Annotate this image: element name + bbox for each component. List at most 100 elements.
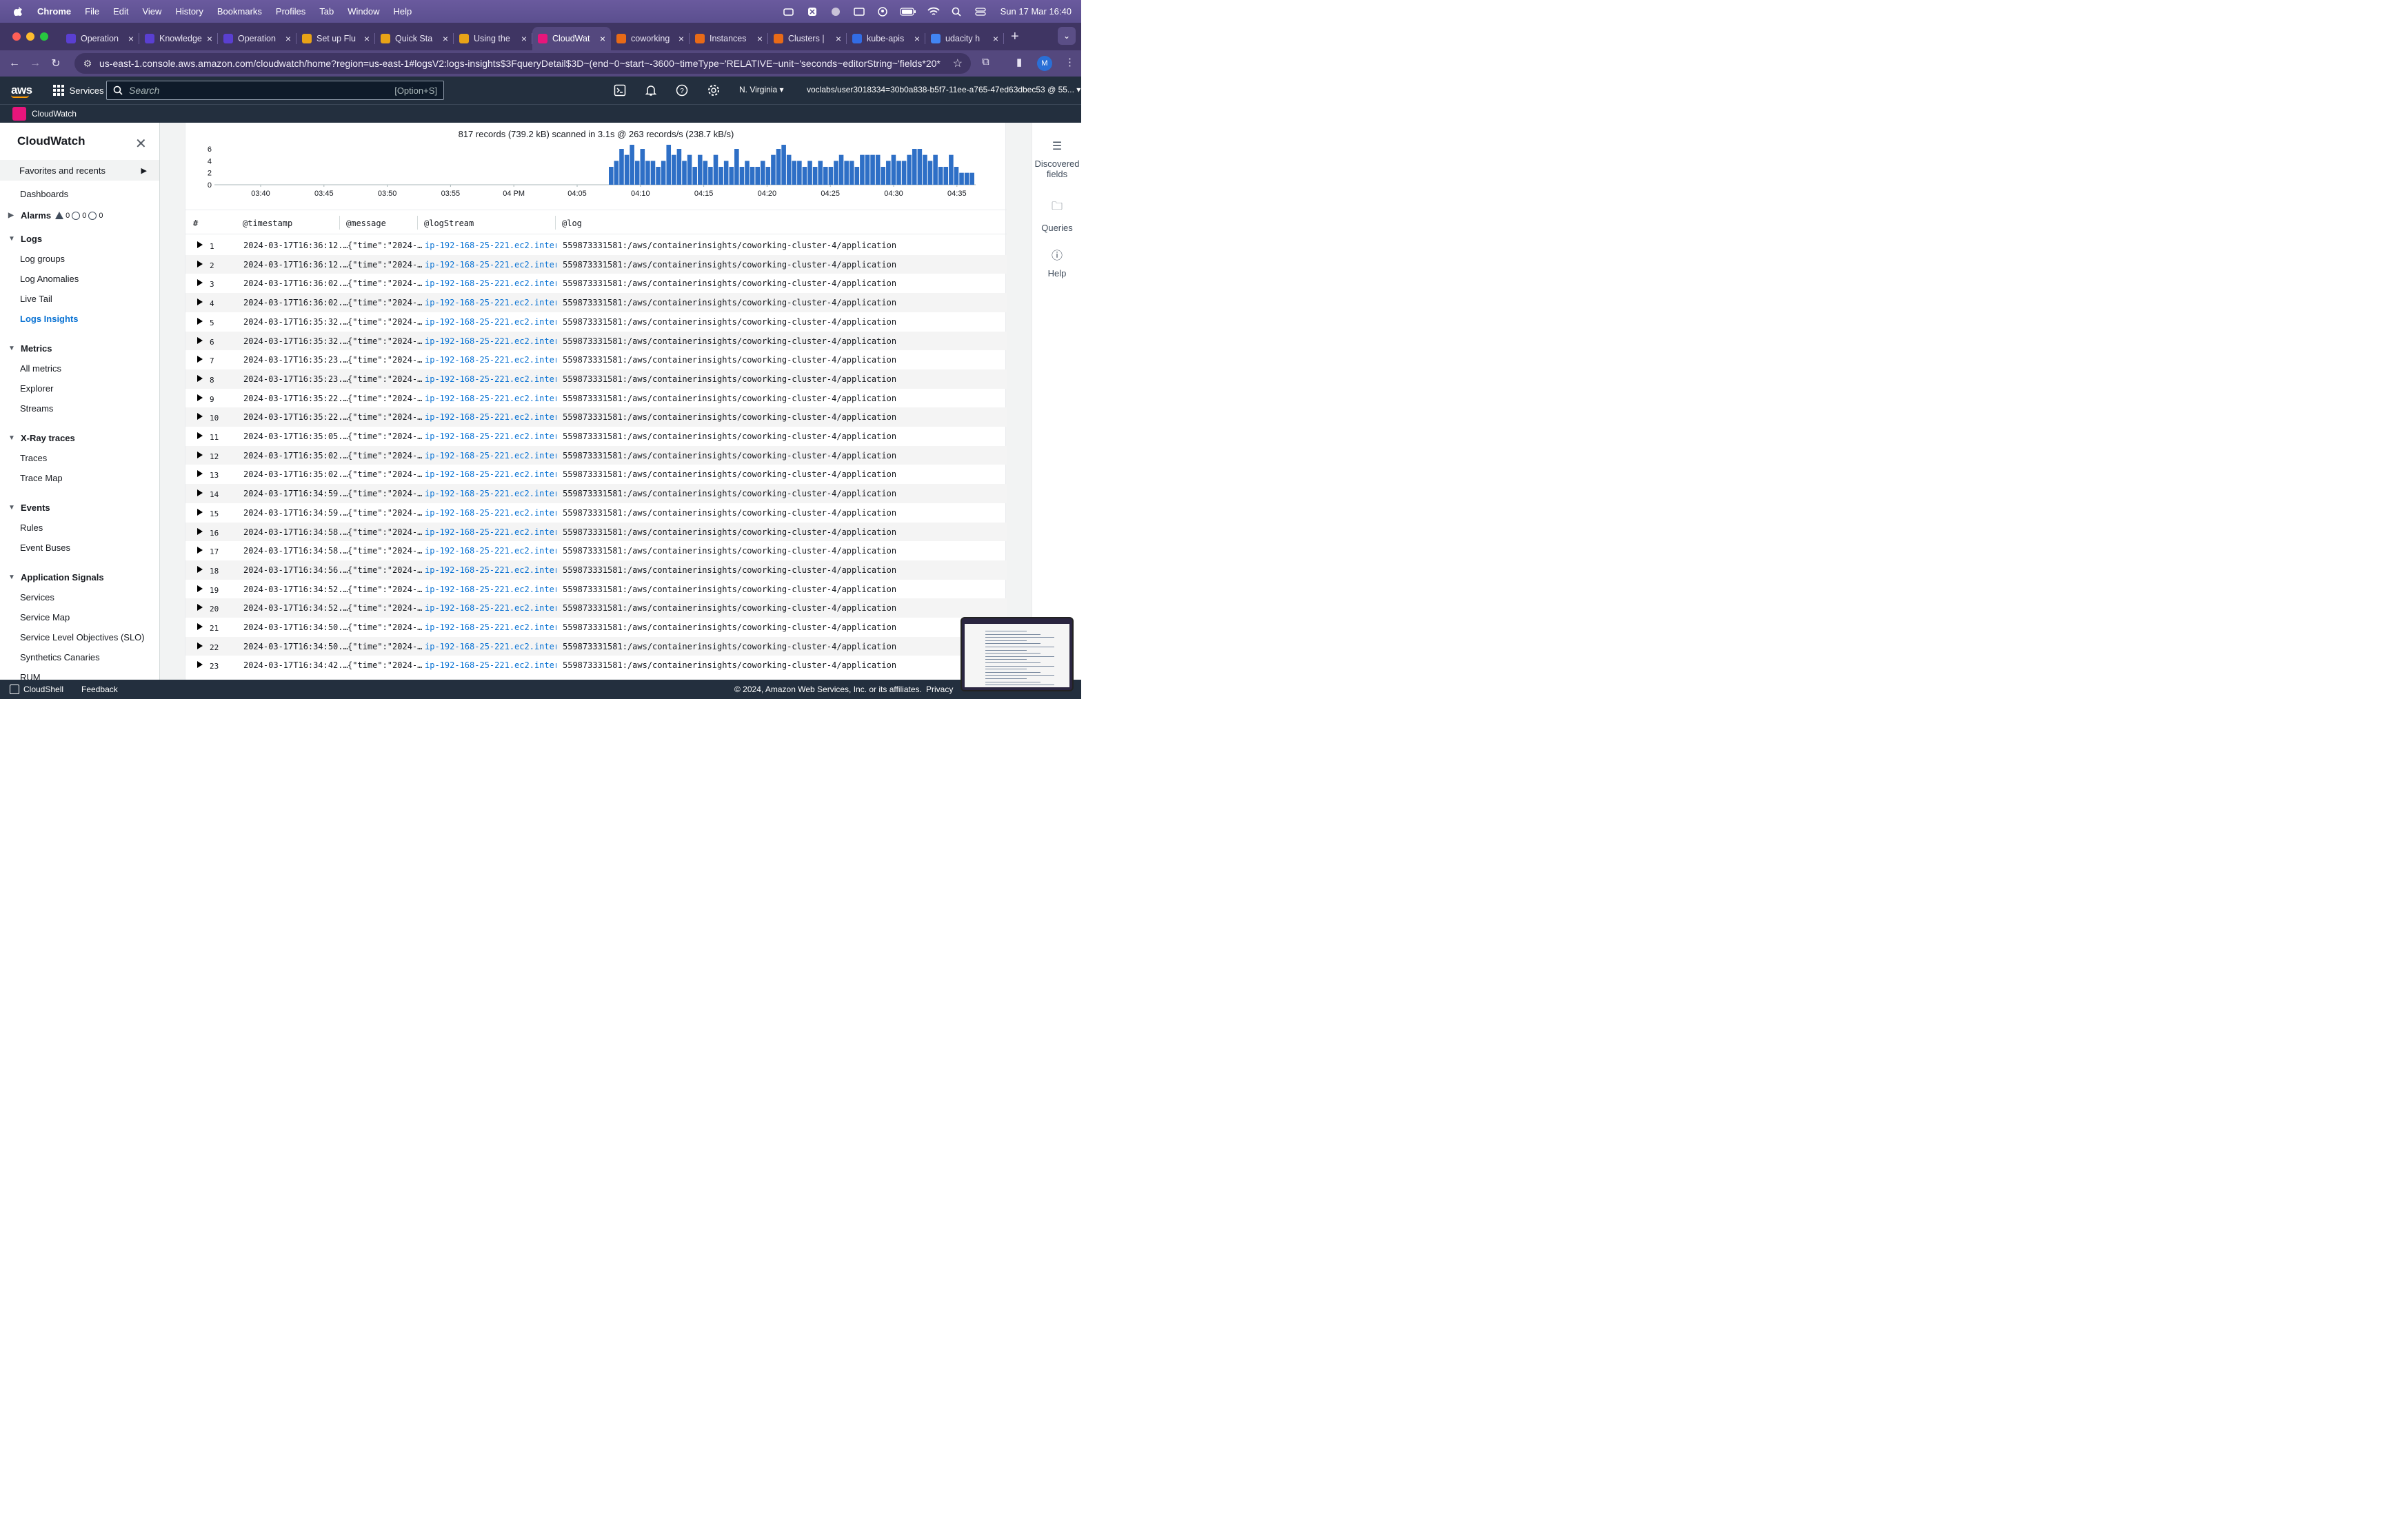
site-info-icon[interactable]: ⚙ (80, 58, 95, 70)
table-row[interactable]: 11 2024-03-17T16:35:05.… {"time":"2024-… ip… (185, 427, 1007, 446)
spotlight-search-icon[interactable] (951, 7, 963, 17)
column-divider[interactable] (339, 216, 340, 230)
col-header-timestamp[interactable]: @timestamp (243, 219, 292, 228)
zoom-window-button[interactable] (40, 32, 48, 41)
browser-tab[interactable]: coworking × (611, 27, 690, 50)
row-logstream-link[interactable]: ip-192-168-25-221.ec2.intern… (425, 374, 556, 384)
sidebar-section-application-signals[interactable]: ▼ Application Signals (8, 572, 104, 582)
sidebar-item-service-map[interactable]: Service Map (20, 612, 70, 622)
discovered-fields-button[interactable]: ☰ Discovered fields (1032, 139, 1082, 179)
status-app-icon-2[interactable] (806, 7, 818, 17)
sidebar-section-events[interactable]: ▼ Events (8, 503, 50, 513)
profile-avatar[interactable]: M (1037, 56, 1052, 71)
expand-row-caret-icon[interactable] (197, 470, 203, 478)
tab-close-icon[interactable]: × (914, 33, 920, 44)
queries-button[interactable]: 🗀 Queries (1032, 199, 1082, 233)
sidebar-item-rum[interactable]: RUM (20, 672, 41, 680)
row-logstream-link[interactable]: ip-192-168-25-221.ec2.intern… (425, 432, 556, 441)
aws-logo[interactable]: aws (11, 83, 32, 98)
battery-icon[interactable] (900, 7, 916, 17)
sidebar-item-event-buses[interactable]: Event Buses (20, 543, 70, 553)
tab-close-icon[interactable]: × (364, 33, 370, 44)
close-window-button[interactable] (12, 32, 21, 41)
url-text[interactable]: us-east-1.console.aws.amazon.com/cloudwa… (99, 58, 941, 69)
menu-bookmarks[interactable]: Bookmarks (217, 6, 262, 17)
table-row[interactable]: 19 2024-03-17T16:34:52.… {"time":"2024-… ip… (185, 580, 1007, 599)
table-row[interactable]: 13 2024-03-17T16:35:02.… {"time":"2024-… ip… (185, 465, 1007, 484)
browser-tab[interactable]: kube-apis × (847, 27, 925, 50)
sidebar-item-synthetics-canaries[interactable]: Synthetics Canaries (20, 652, 100, 662)
tab-close-icon[interactable]: × (285, 33, 291, 44)
sidebar-item-live-tail[interactable]: Live Tail (20, 294, 52, 304)
row-logstream-link[interactable]: ip-192-168-25-221.ec2.intern… (425, 355, 556, 365)
menu-history[interactable]: History (175, 6, 203, 17)
user-icon[interactable] (876, 6, 889, 17)
browser-tab[interactable]: udacity h × (925, 27, 1004, 50)
tab-close-icon[interactable]: × (836, 33, 841, 44)
table-row[interactable]: 21 2024-03-17T16:34:50.… {"time":"2024-… ip… (185, 618, 1007, 637)
expand-row-caret-icon[interactable] (197, 623, 203, 630)
column-divider[interactable] (555, 216, 556, 230)
col-header-log[interactable]: @log (562, 219, 582, 228)
menu-clock[interactable]: Sun 17 Mar 16:40 (1001, 6, 1072, 17)
row-logstream-link[interactable]: ip-192-168-25-221.ec2.intern… (425, 565, 556, 575)
sidebar-item-traces[interactable]: Traces (20, 453, 47, 463)
expand-row-caret-icon[interactable] (197, 279, 203, 287)
expand-row-caret-icon[interactable] (197, 565, 203, 573)
table-row[interactable]: 18 2024-03-17T16:34:56.… {"time":"2024-… ip… (185, 560, 1007, 580)
expand-row-caret-icon[interactable] (197, 394, 203, 401)
tab-close-icon[interactable]: × (600, 33, 605, 44)
help-question-icon[interactable]: ? (676, 84, 688, 97)
sidebar-item-slo[interactable]: Service Level Objectives (SLO) (20, 632, 145, 642)
table-row[interactable]: 15 2024-03-17T16:34:59.… {"time":"2024-… ip… (185, 503, 1007, 523)
sidebar-section-logs[interactable]: ▼ Logs (8, 234, 42, 244)
region-selector[interactable]: N. Virginia ▾ (739, 85, 784, 94)
services-menu-button[interactable]: Services (52, 85, 104, 96)
browser-tab[interactable]: Quick Sta × (375, 27, 454, 50)
control-center-icon[interactable] (974, 7, 987, 17)
menu-profiles[interactable]: Profiles (276, 6, 305, 17)
browser-tab[interactable]: Operation × (61, 27, 139, 50)
reload-icon[interactable]: ↻ (46, 57, 66, 70)
menu-file[interactable]: File (85, 6, 99, 17)
expand-row-caret-icon[interactable] (197, 336, 203, 344)
browser-tab[interactable]: Knowledge × (139, 27, 218, 50)
settings-gear-icon[interactable] (707, 84, 720, 97)
expand-row-caret-icon[interactable] (197, 298, 203, 306)
forward-arrow-icon[interactable]: → (25, 57, 46, 70)
feedback-link[interactable]: Feedback (81, 685, 118, 694)
table-row[interactable]: 12 2024-03-17T16:35:02.… {"time":"2024-… ip… (185, 445, 1007, 465)
menu-view[interactable]: View (142, 6, 161, 17)
sidebar-item-streams[interactable]: Streams (20, 403, 53, 414)
row-logstream-link[interactable]: ip-192-168-25-221.ec2.intern… (425, 527, 556, 537)
privacy-link[interactable]: Privacy (926, 685, 953, 694)
row-logstream-link[interactable]: ip-192-168-25-221.ec2.intern… (425, 317, 556, 327)
row-logstream-link[interactable]: ip-192-168-25-221.ec2.intern… (425, 394, 556, 403)
expand-row-caret-icon[interactable] (197, 604, 203, 611)
row-logstream-link[interactable]: ip-192-168-25-221.ec2.intern… (425, 241, 556, 250)
expand-row-caret-icon[interactable] (197, 527, 203, 535)
chrome-menu-icon[interactable]: ⋮ (1065, 56, 1075, 68)
table-row[interactable]: 9 2024-03-17T16:35:22.… {"time":"2024-… ip-… (185, 389, 1007, 408)
row-logstream-link[interactable]: ip-192-168-25-221.ec2.intern… (425, 585, 556, 594)
browser-tab[interactable]: CloudWat × (532, 27, 611, 50)
cloudshell-button[interactable]: CloudShell (10, 685, 63, 694)
menu-tab[interactable]: Tab (319, 6, 334, 17)
col-header-index[interactable]: # (193, 219, 198, 228)
table-row[interactable]: 20 2024-03-17T16:34:52.… {"time":"2024-… ip… (185, 598, 1007, 618)
cloudshell-icon[interactable] (614, 84, 626, 97)
expand-row-caret-icon[interactable] (197, 451, 203, 458)
sidebar-item-all-metrics[interactable]: All metrics (20, 363, 61, 374)
table-row[interactable]: 2 2024-03-17T16:36:12.… {"time":"2024-… ip-… (185, 254, 1007, 274)
tab-close-icon[interactable]: × (128, 33, 134, 44)
column-divider[interactable] (417, 216, 418, 230)
tab-close-icon[interactable]: × (678, 33, 684, 44)
notifications-bell-icon[interactable] (645, 84, 657, 97)
back-arrow-icon[interactable]: ← (4, 57, 25, 70)
browser-tab[interactable]: Set up Flu × (296, 27, 375, 50)
expand-row-caret-icon[interactable] (197, 489, 203, 497)
expand-row-caret-icon[interactable] (197, 547, 203, 554)
row-logstream-link[interactable]: ip-192-168-25-221.ec2.intern… (425, 603, 556, 613)
help-button[interactable]: ⓘ Help (1032, 246, 1082, 278)
table-row[interactable]: 8 2024-03-17T16:35:23.… {"time":"2024-… ip-… (185, 369, 1007, 389)
